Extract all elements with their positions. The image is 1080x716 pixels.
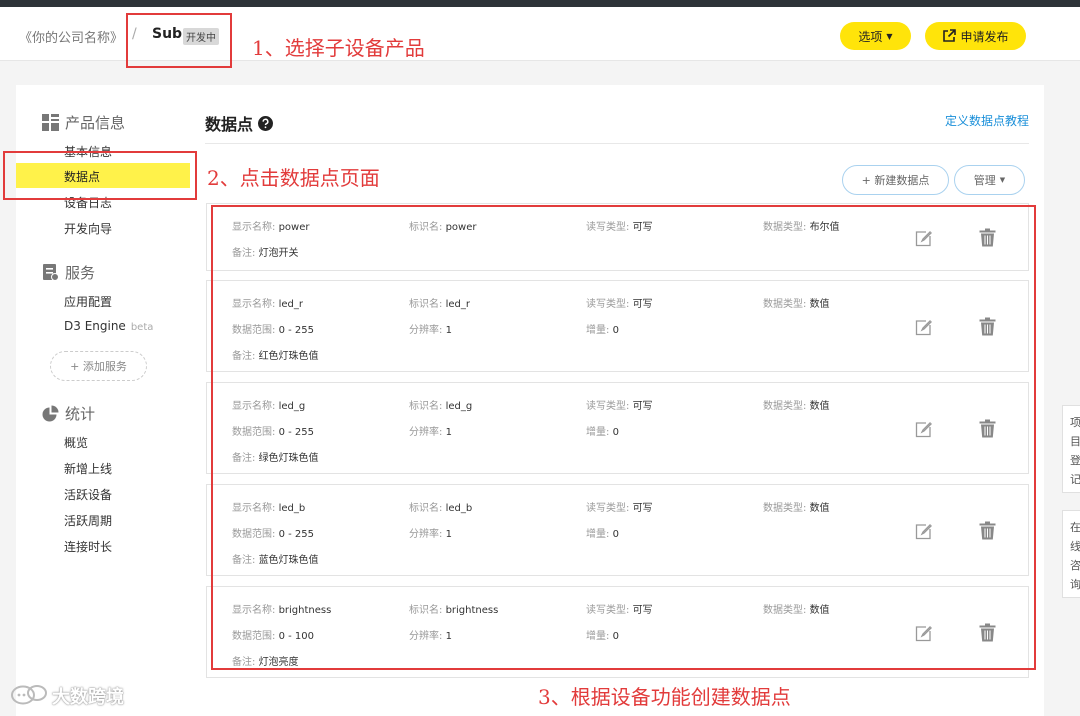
options-button[interactable]: 选项 ▼ <box>840 22 911 50</box>
external-link-icon <box>943 29 957 42</box>
section-stats-label: 统计 <box>65 405 96 423</box>
manage-button[interactable]: 管理 ▼ <box>954 165 1025 195</box>
sidebar-item-active-devices[interactable]: 活跃设备 <box>64 486 112 503</box>
add-service-button[interactable]: + 添加服务 <box>50 351 147 381</box>
help-icon[interactable] <box>258 115 274 131</box>
watermark-text: 大数跨境 <box>52 687 124 708</box>
divider <box>205 143 1029 144</box>
caret-down-icon: ▼ <box>886 31 893 41</box>
beta-badge: beta <box>130 322 154 333</box>
datapoint-tutorial-link[interactable]: 定义数据点教程 <box>945 112 1029 129</box>
new-datapoint-button[interactable]: + 新建数据点 <box>842 165 949 195</box>
annotation-box-product <box>126 13 232 68</box>
sidebar-item-d3-engine[interactable]: D3 Engine beta <box>64 319 153 333</box>
page-title-label: 数据点 <box>205 115 254 134</box>
options-label: 选项 <box>858 29 883 44</box>
watermark: 大数跨境 <box>10 683 124 709</box>
annotation-box-datapoints <box>211 205 1036 670</box>
annotation-step1: 1、选择子设备产品 <box>252 36 425 60</box>
breadcrumb-company[interactable]: 《你的公司名称》 <box>19 27 123 46</box>
top-bar <box>0 0 1080 7</box>
grid-icon <box>42 114 59 131</box>
section-product-info: 产品信息 <box>42 112 125 133</box>
sidebar-item-overview[interactable]: 概览 <box>64 434 88 451</box>
page-title: 数据点 <box>205 111 274 135</box>
publish-label: 申请发布 <box>960 29 1009 44</box>
d3-engine-label: D3 Engine <box>64 319 126 333</box>
chat-bubbles-icon <box>11 685 47 705</box>
pie-chart-icon <box>42 405 59 422</box>
sidebar-item-new-online[interactable]: 新增上线 <box>64 460 112 477</box>
service-icon <box>43 264 59 281</box>
annotation-step3: 3、根据设备功能创建数据点 <box>538 685 791 709</box>
sidebar-item-app-config[interactable]: 应用配置 <box>64 293 112 310</box>
annotation-box-nav <box>3 151 197 200</box>
project-register-tab[interactable]: 项目登记 <box>1062 405 1080 493</box>
sidebar-item-connection-time[interactable]: 连接时长 <box>64 538 112 555</box>
online-consult-tab[interactable]: 在线咨询 <box>1062 510 1080 598</box>
section-stats: 统计 <box>42 403 95 424</box>
section-service-label: 服务 <box>65 264 96 282</box>
sidebar-item-active-period[interactable]: 活跃周期 <box>64 512 112 529</box>
annotation-step2: 2、点击数据点页面 <box>207 166 380 190</box>
section-product-info-label: 产品信息 <box>65 114 126 132</box>
section-service: 服务 <box>42 262 95 283</box>
manage-label: 管理 <box>973 174 996 187</box>
sidebar-item-dev-guide[interactable]: 开发向导 <box>64 220 112 237</box>
publish-button[interactable]: 申请发布 <box>925 22 1026 50</box>
caret-down-icon: ▼ <box>999 176 1006 184</box>
